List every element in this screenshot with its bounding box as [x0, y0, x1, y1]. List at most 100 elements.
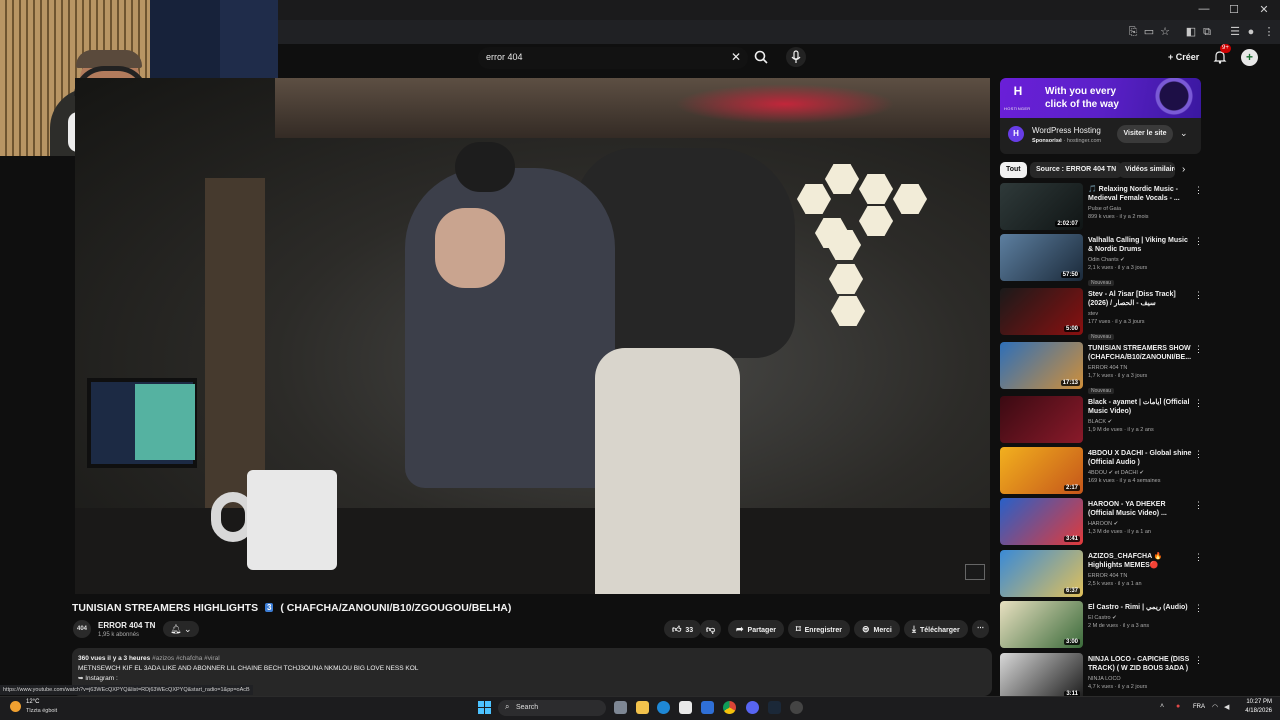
- search-query[interactable]: error 404: [486, 52, 523, 62]
- weather-temperature[interactable]: 12°C: [26, 699, 39, 705]
- close-window-icon[interactable]: ✕: [1252, 3, 1276, 16]
- chevron-down-icon[interactable]: ⌄: [1180, 128, 1188, 139]
- task-view-icon[interactable]: [614, 701, 627, 714]
- clock-time[interactable]: 10:27 PM: [1240, 699, 1272, 705]
- recommendation-title[interactable]: Black - ayamet | أيامات (Official Music …: [1088, 398, 1192, 416]
- tab-search-icon[interactable]: ☰: [1228, 25, 1242, 39]
- channel-avatar[interactable]: 404: [73, 620, 91, 638]
- recommendation-item[interactable]: 2:02:07 🎵 Relaxing Nordic Music - Medieva…: [1000, 183, 1205, 233]
- like-button[interactable]: 👍︎ 33: [664, 620, 702, 638]
- hashtags[interactable]: #azizos #chafcha #viral: [152, 655, 220, 662]
- recommendation-title[interactable]: 🎵 Relaxing Nordic Music - Medieval Femal…: [1088, 185, 1192, 203]
- bookmark-star-icon[interactable]: ☆: [1158, 25, 1172, 39]
- steam-icon[interactable]: [768, 701, 781, 714]
- ad-banner[interactable]: H HOSTINGER With you every click of the …: [1000, 78, 1201, 118]
- video-thumbnail[interactable]: 3:11: [1000, 653, 1083, 700]
- recommendation-item[interactable]: 2:17 4BDOU X DACHI - Global shine (Offici…: [1000, 447, 1205, 497]
- recommendation-item[interactable]: 5:00 Stev - Al 7isar [Diss Track] (2026) …: [1000, 288, 1205, 340]
- download-button[interactable]: ⤓ Télécharger: [904, 620, 968, 638]
- edge-icon[interactable]: [657, 701, 670, 714]
- recommendation-title[interactable]: El Castro - Rimi | ريمي (Audio): [1088, 603, 1192, 612]
- more-options-icon[interactable]: ⋮: [1194, 500, 1203, 511]
- visit-site-button[interactable]: Visiter le site: [1117, 125, 1173, 143]
- recommendation-title[interactable]: Stev - Al 7isar [Diss Track] (2026) / سي…: [1088, 290, 1192, 308]
- input-language[interactable]: FRA: [1193, 704, 1205, 710]
- chip-all[interactable]: Tout: [1000, 162, 1027, 178]
- recommendation-item[interactable]: 3:00 El Castro - Rimi | ريمي (Audio) El Ca…: [1000, 601, 1205, 651]
- more-actions-button[interactable]: ⋯: [972, 620, 989, 638]
- recommendation-item[interactable]: 17:13 TUNISIAN STREAMERS SHOW (CHAFCHA/B1…: [1000, 342, 1205, 394]
- video-thumbnail[interactable]: 3:41: [1000, 498, 1083, 545]
- voice-search-button[interactable]: [786, 47, 806, 67]
- weather-icon[interactable]: [10, 701, 21, 712]
- chip-source[interactable]: Source : ERROR 404 TN: [1030, 162, 1123, 178]
- recommendation-channel[interactable]: 4BDOU ✔ et DACHI ✔: [1088, 470, 1192, 476]
- translate-icon[interactable]: ⎘: [1126, 25, 1140, 39]
- subscription-bell-button[interactable]: 🔔︎ ⌄: [163, 621, 199, 637]
- recommendation-item[interactable]: 6:37 AZIZOS_CHAFCHA 🔥 Highlights MEMES🔴 ER…: [1000, 550, 1205, 600]
- channel-name[interactable]: ERROR 404 TN: [98, 621, 155, 630]
- video-thumbnail[interactable]: 5:00: [1000, 288, 1083, 335]
- more-options-icon[interactable]: ⋮: [1194, 344, 1203, 355]
- chip-similar[interactable]: Vidéos similaires: [1119, 162, 1175, 178]
- recommendation-title[interactable]: 4BDOU X DACHI - Global shine (Official A…: [1088, 449, 1192, 467]
- ad-title[interactable]: WordPress Hosting: [1032, 126, 1101, 135]
- more-options-icon[interactable]: ⋮: [1194, 603, 1203, 614]
- recommendation-channel[interactable]: ERROR 404 TN: [1088, 365, 1192, 371]
- wifi-icon[interactable]: ◠: [1212, 703, 1218, 711]
- recommendation-channel[interactable]: El Castro ✔: [1088, 615, 1192, 621]
- recommendation-channel[interactable]: HAROON ✔: [1088, 521, 1192, 527]
- recommendation-item[interactable]: 57:50 Valhalla Calling | Viking Music & N…: [1000, 234, 1205, 286]
- profile-icon[interactable]: ●: [1244, 25, 1258, 39]
- obs-icon[interactable]: [790, 701, 803, 714]
- recommendation-channel[interactable]: stev: [1088, 311, 1192, 317]
- recommendation-item[interactable]: Black - ayamet | أيامات (Official Music …: [1000, 396, 1205, 446]
- maximize-icon[interactable]: ☐: [1222, 3, 1246, 16]
- volume-icon[interactable]: ◀: [1224, 703, 1229, 711]
- clock-date[interactable]: 4/18/2026: [1236, 708, 1272, 714]
- taskbar-search[interactable]: Search: [498, 700, 606, 716]
- more-options-icon[interactable]: ⋮: [1194, 236, 1203, 247]
- chrome-icon[interactable]: [723, 701, 736, 714]
- more-options-icon[interactable]: ⋮: [1194, 185, 1203, 196]
- video-thumbnail[interactable]: 6:37: [1000, 550, 1083, 597]
- cast-icon[interactable]: ▭: [1142, 25, 1156, 39]
- chrome-menu-icon[interactable]: ⋮: [1262, 25, 1276, 39]
- recommendation-title[interactable]: Valhalla Calling | Viking Music & Nordic…: [1088, 236, 1192, 254]
- create-button[interactable]: + Créer: [1162, 48, 1205, 66]
- mail-icon[interactable]: [701, 701, 714, 714]
- recommendation-channel[interactable]: BLACK ✔: [1088, 419, 1192, 425]
- recommendation-channel[interactable]: Pulse of Gaia: [1088, 206, 1192, 212]
- video-thumbnail[interactable]: 2:02:07: [1000, 183, 1083, 230]
- save-button[interactable]: ⌑ Enregistrer: [788, 620, 850, 638]
- clear-search-icon[interactable]: ✕: [731, 50, 741, 64]
- recommendation-title[interactable]: HAROON - YA DHEKER (Official Music Video…: [1088, 500, 1192, 518]
- dislike-button[interactable]: 👎︎: [700, 620, 722, 638]
- recommendation-item[interactable]: 3:41 HAROON - YA DHEKER (Official Music V…: [1000, 498, 1205, 548]
- more-options-icon[interactable]: ⋮: [1194, 290, 1203, 301]
- puzzle-icon[interactable]: ⧉: [1200, 25, 1214, 39]
- recommendation-channel[interactable]: Odin Chants ✔: [1088, 257, 1192, 263]
- recommendation-channel[interactable]: ERROR 404 TN: [1088, 573, 1192, 579]
- start-button[interactable]: [478, 701, 491, 714]
- thanks-button[interactable]: ⊜ Merci: [854, 620, 900, 638]
- account-avatar[interactable]: +: [1241, 49, 1258, 66]
- tray-chevron-icon[interactable]: ˄: [1160, 703, 1164, 710]
- discord-icon[interactable]: [746, 701, 759, 714]
- store-icon[interactable]: [679, 701, 692, 714]
- recommendation-title[interactable]: TUNISIAN STREAMERS SHOW (CHAFCHA/B10/ZAN…: [1088, 344, 1192, 362]
- search-button[interactable]: [750, 46, 774, 68]
- file-explorer-icon[interactable]: [636, 701, 649, 714]
- share-button[interactable]: ➦ Partager: [728, 620, 784, 638]
- video-thumbnail[interactable]: 2:17: [1000, 447, 1083, 494]
- more-options-icon[interactable]: ⋮: [1194, 655, 1203, 666]
- minimize-icon[interactable]: —: [1192, 3, 1216, 15]
- recommendation-title[interactable]: NINJA LOCO - CAPICHE (DISS TRACK) ( W ZI…: [1088, 655, 1192, 673]
- more-options-icon[interactable]: ⋮: [1194, 552, 1203, 563]
- video-thumbnail[interactable]: 17:13: [1000, 342, 1083, 389]
- chevron-right-icon[interactable]: ›: [1182, 164, 1185, 175]
- recommendation-title[interactable]: AZIZOS_CHAFCHA 🔥 Highlights MEMES🔴: [1088, 552, 1192, 570]
- extension-icon[interactable]: ◧: [1184, 25, 1198, 39]
- channel-watermark[interactable]: [965, 564, 985, 580]
- more-options-icon[interactable]: ⋮: [1194, 398, 1203, 409]
